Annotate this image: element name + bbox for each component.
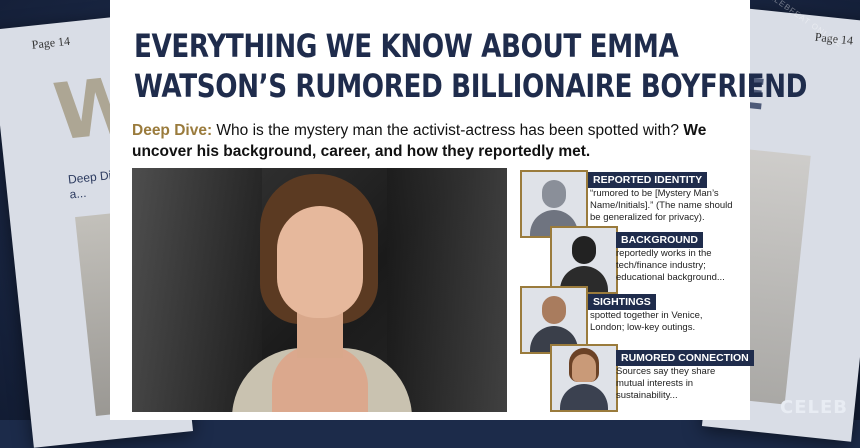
profile-text: Sources say they share mutual interests … (616, 366, 716, 401)
profile-text: spotted together in Venice, London; low-… (590, 310, 703, 333)
left-page-label: Page 14 (31, 33, 71, 52)
headline: EVERYTHING WE KNOW ABOUT EMMA WATSON’S R… (134, 26, 807, 106)
deck-text: Who is the mystery man the activist-actr… (212, 122, 684, 139)
article-page: EVERYTHING WE KNOW ABOUT EMMA WATSON’S R… (110, 0, 807, 420)
profile-title: RUMORED CONNECTION (616, 350, 754, 366)
profile-title: REPORTED IDENTITY (588, 172, 708, 188)
brand-logo: CELEB (780, 397, 848, 418)
main-photo (132, 168, 507, 412)
article-deck: Deep Dive: Who is the mystery man the ac… (132, 120, 732, 162)
headline-line-1: EVERYTHING WE KNOW ABOUT EMMA (134, 27, 679, 65)
profile-title: BACKGROUND (616, 232, 703, 248)
woman-icon (550, 344, 618, 412)
man-dark-silhouette-icon (550, 226, 618, 294)
profile-text: “rumored to be [Mystery Man’s Name/Initi… (590, 188, 733, 223)
profile-text: reportedly works in the tech/finance ind… (616, 248, 725, 283)
deck-lead: Deep Dive: (132, 122, 213, 139)
profile-title: SIGHTINGS (588, 294, 656, 310)
headline-line-2: WATSON’S RUMORED BILLIONAIRE BOYFRIEND (134, 67, 808, 105)
